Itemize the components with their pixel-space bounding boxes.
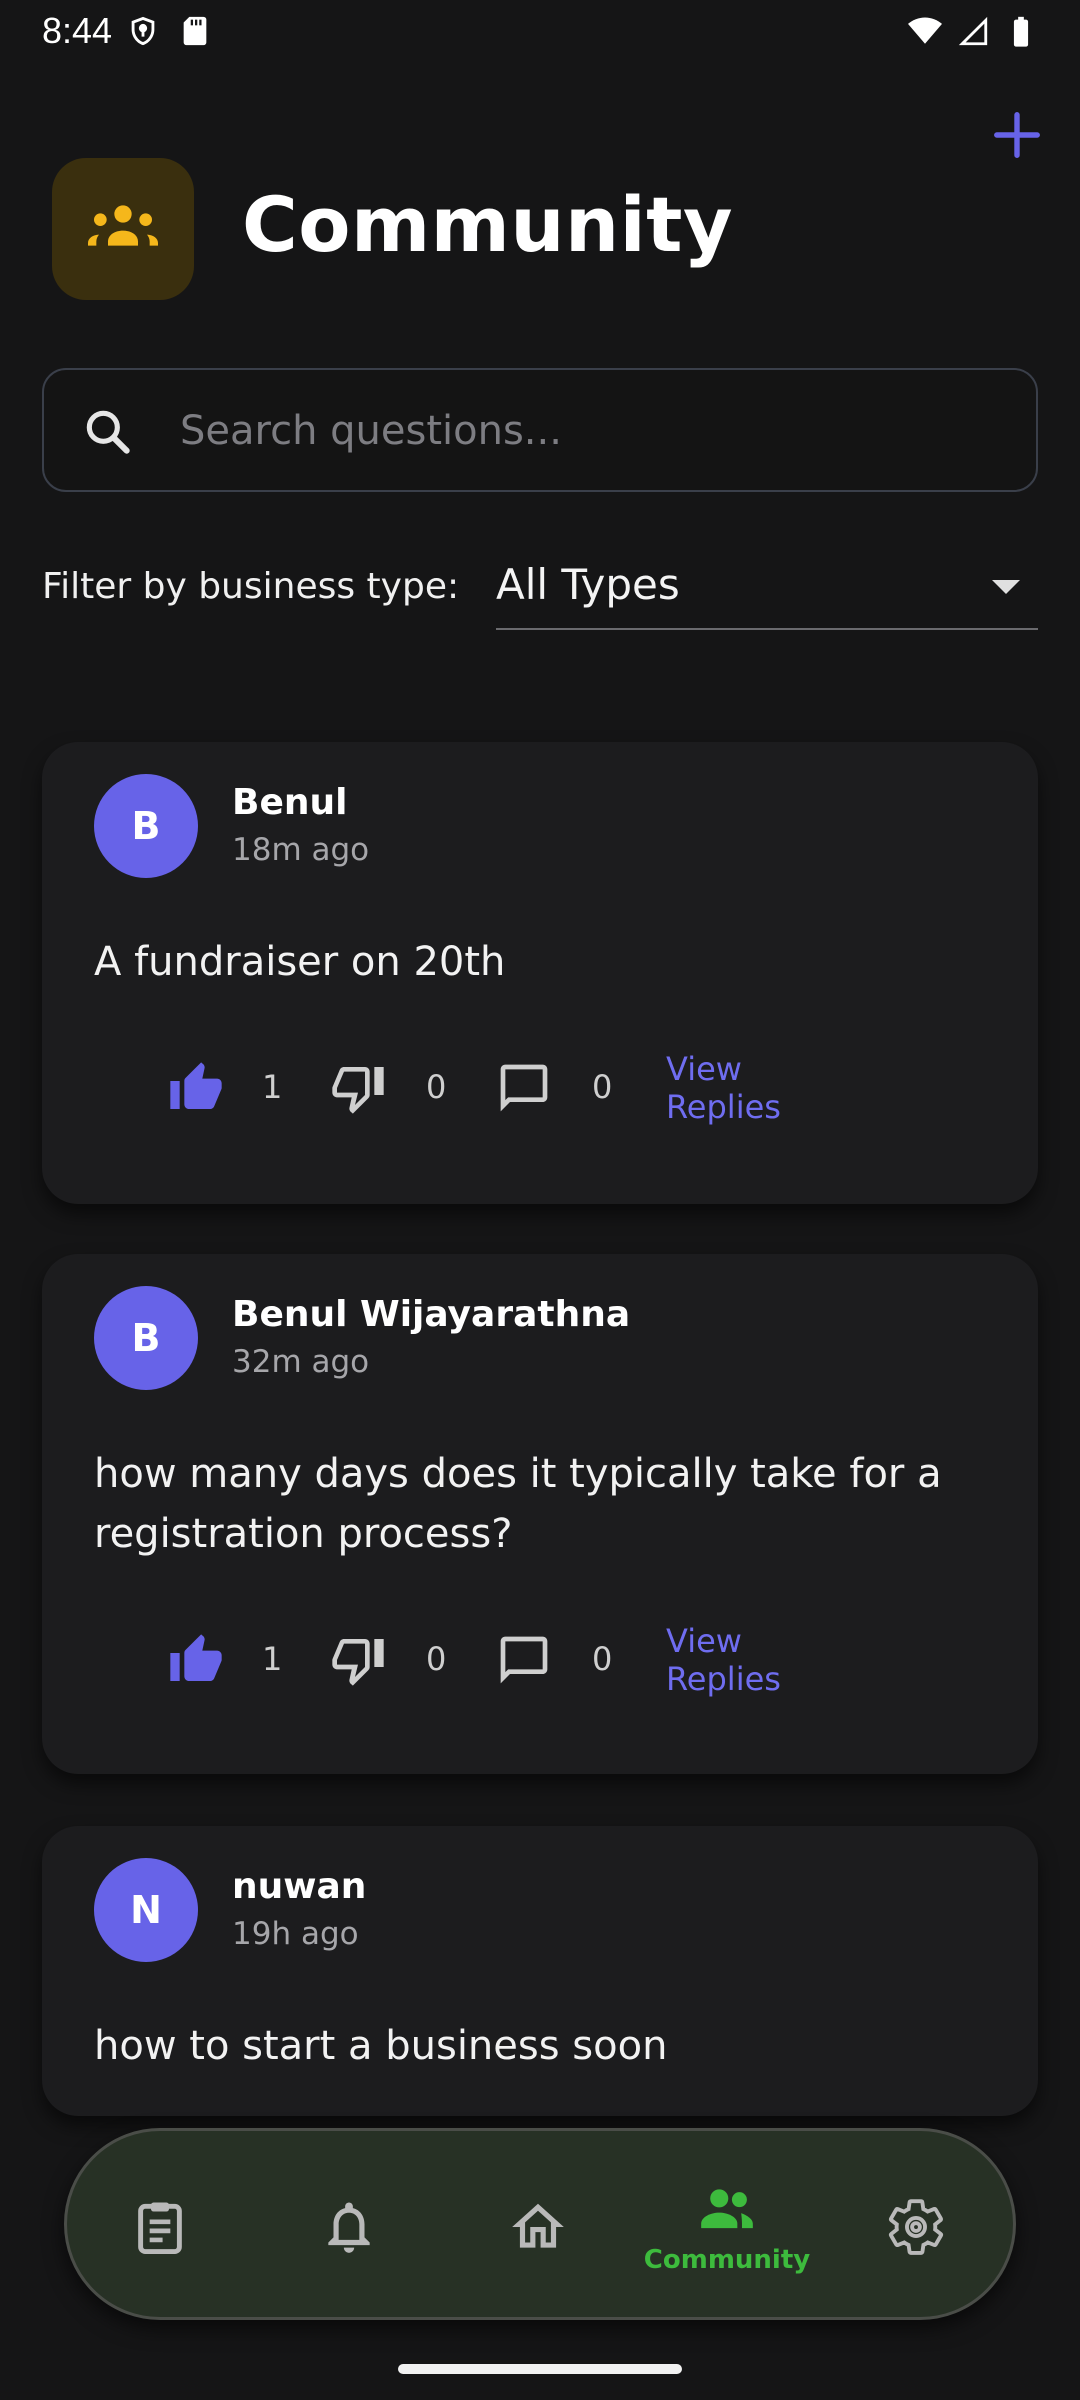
nav-item-home[interactable] [463, 2131, 613, 2323]
status-left-icons [126, 14, 212, 48]
like-count: 1 [262, 1640, 283, 1678]
status-right-icons [908, 14, 1038, 48]
thumbs-up-icon [170, 1062, 222, 1109]
dislike-count: 0 [426, 1640, 447, 1678]
post-author: Benul Wijayarathna [232, 1294, 631, 1335]
filter-label: Filter by business type: [42, 566, 460, 607]
avatar: B [94, 1286, 198, 1390]
nav-item-settings[interactable] [841, 2131, 991, 2323]
signal-icon [958, 16, 988, 46]
post-card: B Benul 18m ago A fundraiser on 20th 1 0… [42, 742, 1038, 1204]
post-text: A fundraiser on 20th [94, 939, 506, 985]
view-replies-link[interactable]: View Replies [666, 1622, 781, 1698]
header-community-icon [52, 158, 194, 300]
avatar: N [94, 1858, 198, 1962]
like-count: 1 [262, 1068, 283, 1106]
search-input[interactable] [180, 390, 980, 472]
post-time: 18m ago [232, 832, 370, 868]
home-icon [512, 2203, 564, 2248]
dislike-count: 0 [426, 1068, 447, 1106]
thumbs-up-icon [170, 1634, 222, 1681]
avatar: B [94, 774, 198, 878]
shield-icon [131, 16, 155, 46]
business-type-dropdown[interactable]: All Types [496, 554, 1038, 630]
plus-icon[interactable] [990, 108, 1044, 162]
groups-icon [88, 205, 158, 246]
dropdown-arrow-icon [992, 580, 1020, 594]
thumbs-down-icon [332, 1067, 384, 1114]
comment-icon [500, 1636, 548, 1684]
dislike-button[interactable] [330, 1632, 386, 1692]
reply-count: 0 [592, 1068, 613, 1106]
search-icon [86, 410, 130, 454]
groups-icon [701, 2189, 753, 2229]
dislike-button[interactable] [330, 1060, 386, 1120]
post-text: how many days does it typically take for… [94, 1451, 942, 1557]
post-time: 32m ago [232, 1344, 370, 1380]
page-title: Community [242, 180, 734, 269]
thumbs-down-icon [332, 1639, 384, 1686]
post-author: Benul [232, 782, 348, 823]
comment-icon [500, 1064, 548, 1112]
post-author: nuwan [232, 1866, 367, 1907]
status-bar: 8:44 [0, 0, 1080, 64]
nav-item-documents[interactable] [85, 2131, 235, 2323]
gear-icon [888, 2199, 944, 2255]
comment-button[interactable] [496, 1632, 552, 1692]
nav-item-notifications[interactable] [274, 2131, 424, 2323]
like-button[interactable] [168, 1060, 224, 1120]
view-replies-link[interactable]: View Replies [666, 1050, 781, 1126]
status-time: 8:44 [42, 10, 113, 51]
search-box[interactable] [42, 368, 1038, 492]
comment-button[interactable] [496, 1060, 552, 1120]
filter-selected-value: All Types [496, 560, 680, 609]
clipboard-icon [138, 2202, 182, 2254]
nav-item-community[interactable]: Community [644, 2131, 810, 2323]
nav-label-community: Community [643, 2245, 811, 2275]
post-text: how to start a business soon [94, 2023, 668, 2069]
reply-count: 0 [592, 1640, 613, 1678]
home-indicator[interactable] [398, 2364, 682, 2374]
like-button[interactable] [168, 1632, 224, 1692]
sd-card-icon [183, 16, 207, 46]
post-card: B Benul Wijayarathna 32m ago how many da… [42, 1254, 1038, 1774]
battery-icon [1013, 16, 1029, 47]
wifi-icon [908, 17, 942, 44]
bell-icon [328, 2202, 370, 2253]
post-time: 19h ago [232, 1916, 359, 1952]
post-card: N nuwan 19h ago how to start a business … [42, 1826, 1038, 2116]
bottom-nav: Community [64, 2128, 1016, 2320]
